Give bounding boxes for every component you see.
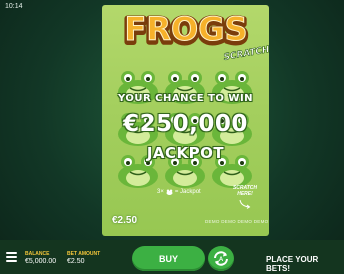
status-clock: 10:14 [5,3,23,10]
svg-text:FROGS: FROGS [124,10,247,48]
frog-icon [166,189,173,195]
demo-watermark: DEMO DEMO DEMO DEMO [205,219,269,224]
bet-amount-value[interactable]: €2.50 [67,258,85,265]
ticket-price: €2.50 [112,215,138,226]
buy-button[interactable]: BUY [132,246,205,271]
scratch-here-hint: SCRATCH HERE! [232,185,258,197]
status-message: PLACE YOUR BETS! [266,255,319,273]
balance-label: BALANCE [25,251,50,257]
svg-text:A: A [219,257,224,263]
bottom-bar: BALANCE €5,000.00 BET AMOUNT €2.50 BUY A… [0,240,344,274]
balance-value: €5,000.00 [25,258,57,265]
curved-arrow-icon [239,199,251,209]
prize-amount: €250,000 [123,111,248,137]
headline-text: YOUR CHANCE TO WIN [117,93,254,104]
bet-amount-label: BET AMOUNT [67,251,101,257]
scratch-ticket[interactable]: FROGS FROGS SCRATCH YOUR CHANCE TO WIN €… [102,5,269,236]
rule-result: = Jackpot [174,189,201,195]
menu-icon[interactable] [6,252,17,262]
autoplay-icon: A [214,251,228,266]
autoplay-button[interactable]: A [208,246,234,271]
frogs-logo: FROGS FROGS SCRATCH [121,9,269,61]
rule-multiplier: 3× [157,189,164,195]
win-rule: 3× = Jackpot [157,189,201,195]
prize-label: JACKPOT [146,144,225,162]
